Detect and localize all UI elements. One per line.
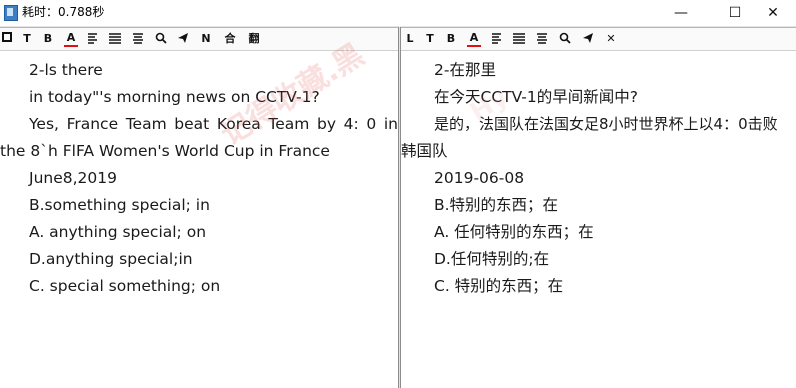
align-justify-icon[interactable]: [512, 31, 526, 47]
close-window-button[interactable]: ✕: [750, 0, 796, 26]
text-mode-button[interactable]: T: [20, 31, 34, 47]
translation-text-area[interactable]: 2-在那里 在今天CCTV-1的早间新闻中? 是的，法国队在法国女足8小时世界杯…: [401, 51, 796, 388]
search-icon[interactable]: [558, 31, 572, 47]
translation-line: 在今天CCTV-1的早间新闻中?: [434, 88, 638, 106]
source-line: 2-ls there: [29, 61, 103, 79]
search-icon[interactable]: [154, 31, 168, 47]
translation-line: 韩国队: [401, 142, 448, 160]
app-icon: [4, 5, 18, 21]
align-center-icon[interactable]: [131, 31, 145, 47]
source-line-justified: Yes, France Team beat Korea Team by 4: 0 in: [29, 115, 398, 133]
send-icon[interactable]: [581, 31, 595, 47]
align-center-icon[interactable]: [535, 31, 549, 47]
bold-button[interactable]: B: [444, 31, 458, 47]
source-line: D.anything special;in: [29, 250, 193, 268]
font-color-button[interactable]: A: [64, 31, 78, 47]
text-mode-button[interactable]: T: [423, 31, 437, 47]
minimize-button[interactable]: —: [658, 0, 704, 26]
layout-button[interactable]: L: [403, 31, 417, 47]
translate-button[interactable]: 翻: [247, 31, 261, 47]
source-pane: T B A N 合 翻 2-ls there in today"'s morni…: [0, 27, 398, 388]
source-line: A. anything special; on: [29, 223, 207, 241]
translation-line: 2019-06-08: [434, 169, 525, 187]
translation-line: A. 任何特别的东西；在: [434, 223, 594, 241]
merge-button[interactable]: 合: [223, 31, 237, 47]
font-color-button[interactable]: A: [467, 31, 481, 47]
close-icon[interactable]: ✕: [604, 31, 618, 47]
source-line: B.something special; in: [29, 196, 210, 214]
send-icon[interactable]: [176, 31, 190, 47]
align-justify-icon[interactable]: [108, 31, 122, 47]
source-line: June8,2019: [29, 169, 117, 187]
translation-pane: L T B A ✕ 2-在那里 在今天CCTV-1的早间新闻中? 是的，法国队在…: [401, 27, 796, 388]
translation-line: B.特别的东西；在: [434, 196, 559, 214]
title-bar: 耗时：0.788秒 — ☐ ✕: [0, 0, 796, 27]
source-line: the 8`h FlFA Women's World Cup in France: [0, 142, 330, 160]
translation-toolbar: L T B A ✕: [401, 27, 796, 51]
frame-toggle-icon[interactable]: [0, 31, 14, 47]
translation-line: 是的，法国队在法国女足8小时世界杯上以4：0击败: [434, 115, 778, 133]
normal-button[interactable]: N: [199, 31, 213, 47]
translation-line: 2-在那里: [434, 61, 496, 79]
source-line: in today"'s morning news on CCTV-1?: [29, 88, 320, 106]
translation-line: D.任何特别的;在: [434, 250, 550, 268]
source-text-area[interactable]: 2-ls there in today"'s morning news on C…: [0, 51, 398, 388]
window-title: 耗时：0.788秒: [22, 5, 105, 19]
align-left-icon[interactable]: [86, 31, 100, 47]
translation-line: C. 特别的东西；在: [434, 277, 564, 295]
source-line: C. special something; on: [29, 277, 221, 295]
bold-button[interactable]: B: [41, 31, 55, 47]
source-toolbar: T B A N 合 翻: [0, 27, 398, 51]
align-left-icon[interactable]: [490, 31, 504, 47]
